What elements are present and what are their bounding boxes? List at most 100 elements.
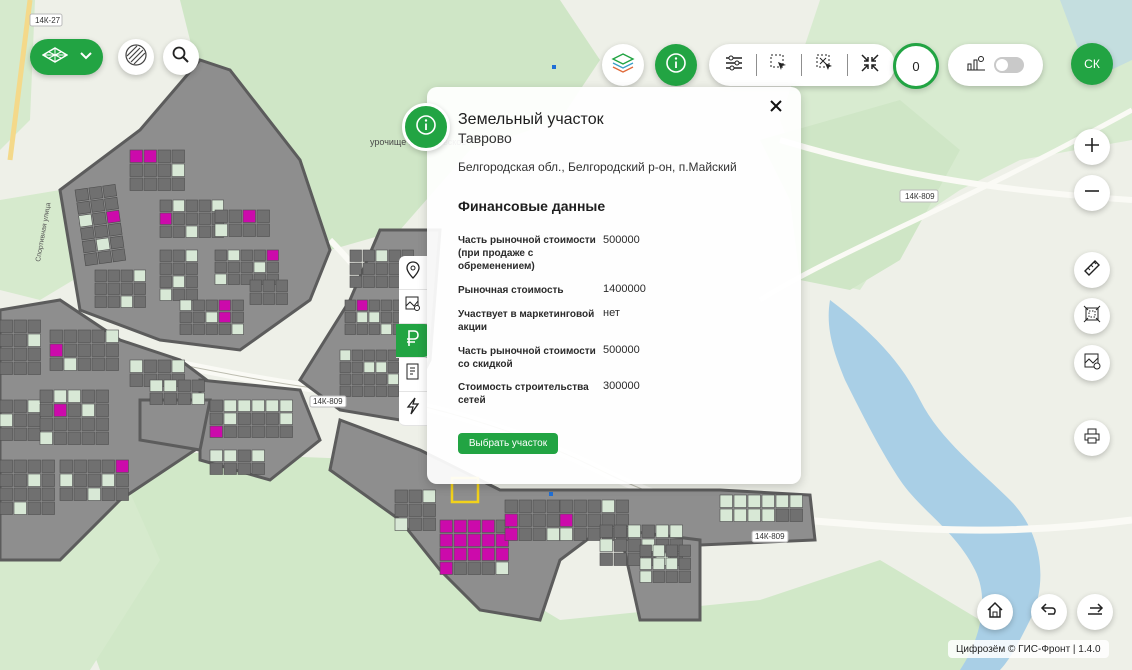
map-image-button[interactable] — [1074, 345, 1110, 381]
land-parcel[interactable] — [81, 403, 95, 417]
land-parcel[interactable] — [157, 163, 171, 177]
land-parcel[interactable] — [120, 269, 133, 282]
land-parcel[interactable] — [0, 427, 13, 441]
land-parcel[interactable] — [652, 570, 665, 583]
land-parcel[interactable] — [115, 459, 129, 473]
land-parcel[interactable] — [159, 199, 172, 212]
land-parcel[interactable] — [13, 399, 27, 413]
land-parcel[interactable] — [349, 249, 362, 262]
land-parcel[interactable] — [77, 357, 91, 371]
land-parcel[interactable] — [218, 311, 231, 323]
land-parcel[interactable] — [279, 425, 293, 438]
land-parcel[interactable] — [159, 288, 172, 301]
land-parcel[interactable] — [93, 224, 109, 239]
collapse-tool[interactable] — [853, 48, 887, 82]
land-parcel[interactable] — [133, 269, 146, 282]
user-avatar[interactable]: СК — [1071, 43, 1113, 85]
land-parcel[interactable] — [356, 311, 368, 323]
land-parcel[interactable] — [13, 361, 27, 375]
frame-select-button[interactable] — [1074, 298, 1110, 334]
land-parcel[interactable] — [733, 508, 747, 522]
land-parcel[interactable] — [27, 473, 41, 487]
print-button[interactable] — [1074, 420, 1110, 456]
land-parcel[interactable] — [172, 275, 185, 288]
land-parcel[interactable] — [453, 547, 467, 561]
land-parcel[interactable] — [159, 225, 172, 238]
land-parcel[interactable] — [262, 279, 275, 292]
land-parcel[interactable] — [467, 547, 481, 561]
land-parcel[interactable] — [133, 282, 146, 295]
land-parcel[interactable] — [76, 200, 92, 215]
land-parcel[interactable] — [362, 249, 375, 262]
land-parcel[interactable] — [27, 413, 41, 427]
land-parcel[interactable] — [344, 311, 356, 323]
land-parcel[interactable] — [171, 163, 185, 177]
land-parcel[interactable] — [422, 503, 436, 517]
land-parcel[interactable] — [13, 473, 27, 487]
land-parcel[interactable] — [227, 249, 240, 261]
land-parcel[interactable] — [339, 361, 351, 373]
undo-button[interactable] — [1031, 594, 1067, 630]
land-parcel[interactable] — [0, 501, 13, 515]
land-parcel[interactable] — [627, 538, 641, 552]
land-parcel[interactable] — [344, 299, 356, 311]
land-parcel[interactable] — [214, 261, 227, 273]
land-parcel[interactable] — [453, 561, 467, 575]
land-parcel[interactable] — [228, 223, 242, 237]
land-parcel[interactable] — [67, 389, 81, 403]
land-parcel[interactable] — [27, 427, 41, 441]
land-parcel[interactable] — [249, 279, 262, 292]
land-parcel[interactable] — [265, 425, 279, 438]
search-button[interactable] — [163, 39, 199, 75]
land-parcel[interactable] — [362, 275, 375, 288]
land-parcel[interactable] — [223, 449, 237, 462]
land-parcel[interactable] — [669, 524, 683, 538]
land-parcel[interactable] — [349, 275, 362, 288]
land-parcel[interactable] — [0, 487, 13, 501]
land-parcel[interactable] — [39, 403, 53, 417]
land-parcel[interactable] — [198, 225, 211, 238]
tab-location[interactable] — [399, 256, 427, 290]
land-parcel[interactable] — [363, 373, 375, 385]
land-parcel[interactable] — [495, 561, 509, 575]
land-parcel[interactable] — [172, 262, 185, 275]
land-parcel[interactable] — [149, 392, 163, 405]
land-parcel[interactable] — [59, 487, 73, 501]
land-parcel[interactable] — [143, 163, 157, 177]
land-parcel[interactable] — [53, 403, 67, 417]
land-parcel[interactable] — [191, 392, 205, 405]
land-parcel[interactable] — [191, 379, 205, 392]
land-parcel[interactable] — [394, 517, 408, 531]
land-parcel[interactable] — [789, 494, 803, 508]
land-parcel[interactable] — [375, 373, 387, 385]
land-parcel[interactable] — [107, 282, 120, 295]
land-parcel[interactable] — [559, 513, 573, 527]
land-parcel[interactable] — [104, 196, 119, 211]
land-parcel[interactable] — [678, 570, 691, 583]
land-parcel[interactable] — [375, 349, 387, 361]
land-parcel[interactable] — [0, 319, 13, 333]
land-parcel[interactable] — [172, 212, 185, 225]
land-parcel[interactable] — [171, 359, 185, 373]
land-parcel[interactable] — [171, 149, 185, 163]
land-parcel[interactable] — [573, 499, 587, 513]
land-parcel[interactable] — [27, 333, 41, 347]
land-parcel[interactable] — [49, 343, 63, 357]
land-parcel[interactable] — [115, 487, 129, 501]
land-parcel[interactable] — [546, 513, 560, 527]
land-parcel[interactable] — [587, 513, 601, 527]
land-parcel[interactable] — [13, 333, 27, 347]
land-parcel[interactable] — [761, 494, 775, 508]
land-parcel[interactable] — [351, 385, 363, 397]
land-parcel[interactable] — [73, 459, 87, 473]
land-parcel[interactable] — [172, 288, 185, 301]
land-parcel[interactable] — [251, 449, 265, 462]
land-parcel[interactable] — [106, 209, 121, 224]
land-parcel[interactable] — [599, 538, 613, 552]
land-parcel[interactable] — [231, 323, 244, 335]
land-parcel[interactable] — [775, 508, 789, 522]
land-parcel[interactable] — [339, 385, 351, 397]
land-parcel[interactable] — [356, 299, 368, 311]
land-parcel[interactable] — [439, 547, 453, 561]
ruler-button[interactable] — [1074, 252, 1110, 288]
